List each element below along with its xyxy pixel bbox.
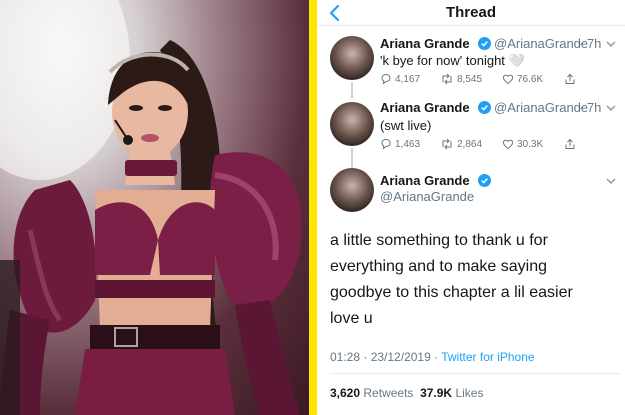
performer-illustration [0, 0, 302, 415]
tweet-time: · 7h [579, 36, 602, 51]
tweet-stats: 3,620 Retweets 37.9K Likes [330, 386, 483, 400]
tweet-timestamp: 01:28 · 23/12/2019 · [330, 350, 442, 364]
tweet-author-name[interactable]: Ariana Grande [380, 100, 470, 115]
retweet-count: 8,545 [457, 73, 483, 85]
likes-label[interactable]: Likes [455, 386, 483, 400]
main-tweet-text: a little something to thank u for everyt… [330, 228, 620, 332]
reply-icon [381, 73, 391, 85]
chevron-down-icon[interactable] [605, 102, 617, 114]
avatar[interactable] [330, 102, 374, 146]
thread-header: Thread [317, 0, 625, 26]
heart-icon [502, 74, 514, 85]
verified-badge-icon [478, 174, 491, 187]
tweet-handle[interactable]: @ArianaGrande [380, 189, 474, 204]
reply-icon [381, 138, 391, 150]
share-icon[interactable] [564, 73, 576, 85]
tweet-source-link[interactable]: Twitter for iPhone [441, 350, 534, 364]
tweet-line: everything and to make saying [330, 258, 548, 275]
reply-button[interactable]: 1,463 [380, 138, 420, 150]
chevron-down-icon[interactable] [605, 38, 617, 50]
yellow-divider [309, 0, 317, 415]
likes-count[interactable]: 37.9K [420, 386, 452, 400]
page-title: Thread [445, 4, 496, 21]
tweet-handle[interactable]: @ArianaGrande [494, 100, 588, 115]
avatar[interactable] [330, 168, 374, 212]
thread-panel: Thread Ariana Grande @ArianaGrande · 7h … [317, 0, 625, 415]
chevron-down-icon[interactable] [605, 175, 617, 187]
like-count: 30.3K [517, 138, 544, 150]
tweet-author-name[interactable]: Ariana Grande [380, 173, 470, 188]
reply-count: 4,167 [395, 73, 421, 85]
heart-icon [502, 139, 514, 150]
like-count: 76.6K [517, 73, 544, 85]
retweets-count[interactable]: 3,620 [330, 386, 360, 400]
tweet-text: 'k bye for now' tonight 🤍 [380, 53, 525, 68]
thread-connector [351, 148, 353, 168]
retweet-button[interactable]: 8,545 [440, 73, 482, 85]
tweet-time: · 7h [579, 100, 602, 115]
retweet-icon [442, 73, 452, 85]
tweet-meta: 01:28 · 23/12/2019 · Twitter for iPhone [330, 350, 535, 364]
verified-badge-icon [478, 101, 491, 114]
tweet-line: a little something to thank u for [330, 232, 548, 249]
retweet-button[interactable]: 2,864 [440, 138, 482, 150]
tweet-line: love u [330, 310, 373, 327]
tweet-handle[interactable]: @ArianaGrande [494, 36, 588, 51]
reply-button[interactable]: 4,167 [380, 73, 420, 85]
retweet-count: 2,864 [457, 138, 483, 150]
tweet-author-name[interactable]: Ariana Grande [380, 36, 470, 51]
avatar[interactable] [330, 36, 374, 80]
tweet-text: (swt live) [380, 118, 432, 133]
retweet-icon [442, 138, 452, 150]
like-button[interactable]: 30.3K [502, 138, 543, 150]
retweets-label[interactable]: Retweets [363, 386, 413, 400]
verified-badge-icon [478, 37, 491, 50]
performer-photo [0, 0, 309, 415]
thread-connector [351, 82, 353, 98]
reply-count: 1,463 [395, 138, 421, 150]
share-icon[interactable] [564, 138, 576, 150]
divider [330, 373, 620, 374]
like-button[interactable]: 76.6K [502, 73, 543, 85]
tweet-line: goodbye to this chapter a lil easier [330, 284, 573, 301]
